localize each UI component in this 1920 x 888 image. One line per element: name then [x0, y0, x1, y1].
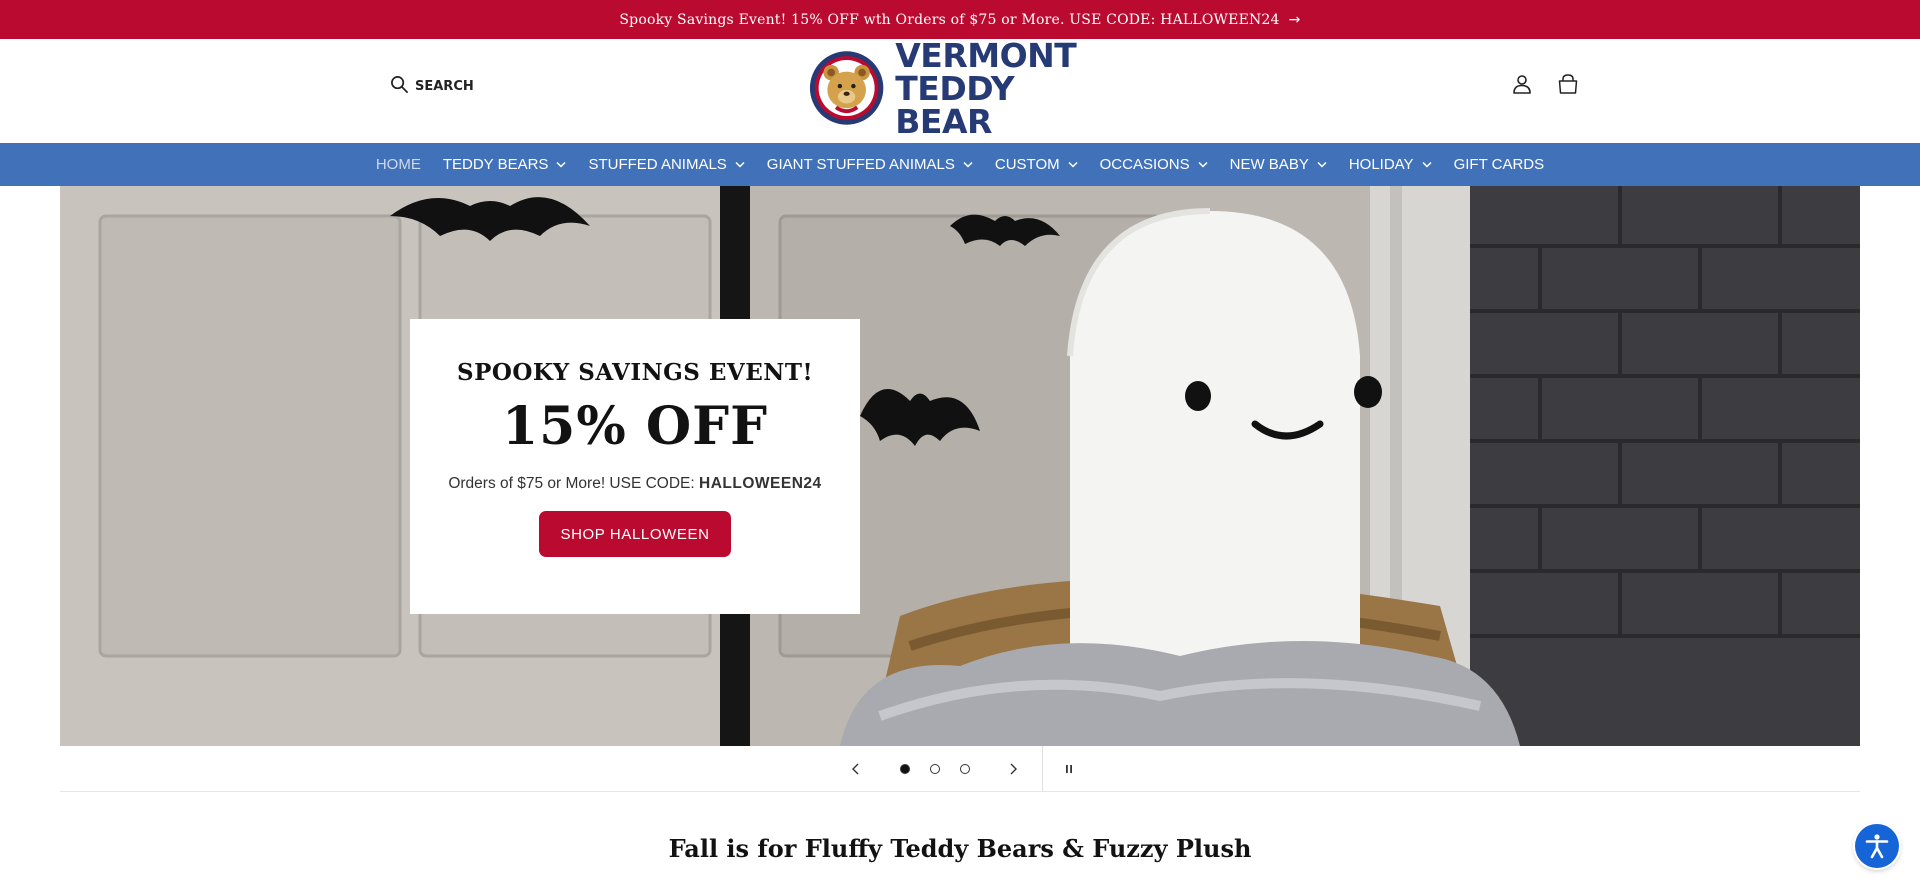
search-button[interactable]: SEARCH [390, 75, 474, 98]
chevron-down-icon [1068, 161, 1078, 168]
logo-line-2: TEDDY BEAR [895, 68, 1015, 141]
nav-item-teddy-bears[interactable]: TEDDY BEARS [432, 156, 578, 173]
section-title: Fall is for Fluffy Teddy Bears & Fuzzy P… [668, 834, 1252, 863]
nav-item-custom[interactable]: CUSTOM [984, 156, 1089, 173]
teddy-bear-logo-icon [809, 51, 884, 125]
accessibility-button[interactable] [1855, 824, 1899, 868]
slide-dot-3[interactable] [960, 764, 970, 774]
nav-label: HOME [375, 156, 421, 173]
nav-label: CUSTOM [994, 156, 1060, 173]
header-actions [1510, 72, 1580, 96]
promo-subtext: Orders of $75 or More! USE CODE: HALLOWE… [448, 475, 821, 493]
chevron-left-icon[interactable] [847, 760, 865, 778]
controls-divider [1042, 746, 1043, 792]
promo-subtext-prefix: Orders of $75 or More! USE CODE: [448, 475, 700, 492]
nav-item-holiday[interactable]: HOLIDAY [1338, 156, 1443, 173]
shop-halloween-button[interactable]: SHOP HALLOWEEN [539, 511, 731, 557]
nav-label: GIFT CARDS [1453, 156, 1545, 173]
logo-wordmark: VERMONT TEDDY BEAR [895, 39, 1114, 138]
chevron-down-icon [1422, 161, 1432, 168]
nav-label: HOLIDAY [1348, 156, 1414, 173]
hero-image [60, 186, 1860, 746]
chevron-down-icon [1317, 161, 1327, 168]
promo-panel: SPOOKY SAVINGS EVENT! 15% OFF Orders of … [410, 319, 860, 614]
accessibility-icon [1865, 834, 1889, 859]
announcement-text: Spooky Savings Event! 15% OFF wth Orders… [619, 11, 1280, 28]
chevron-down-icon [556, 161, 566, 168]
chevron-right-icon[interactable] [1004, 760, 1022, 778]
nav-label: OCCASIONS [1099, 156, 1190, 173]
nav-item-home[interactable]: HOME [365, 156, 432, 173]
site-header: SEARCH VERMONT TEDDY BEAR [0, 39, 1920, 143]
promo-code: HALLOWEEN24 [699, 475, 822, 492]
nav-label: STUFFED ANIMALS [588, 156, 727, 173]
nav-label: TEDDY BEARS [442, 156, 549, 173]
search-icon [390, 75, 409, 98]
hero-slideshow[interactable]: SPOOKY SAVINGS EVENT! 15% OFF Orders of … [60, 186, 1860, 746]
promo-headline: 15% OFF [501, 396, 768, 457]
chevron-down-icon [735, 161, 745, 168]
chevron-down-icon [1198, 161, 1208, 168]
pause-icon[interactable] [1060, 760, 1078, 778]
nav-item-occasions[interactable]: OCCASIONS [1089, 156, 1219, 173]
cart-icon[interactable] [1556, 72, 1580, 96]
account-icon[interactable] [1510, 72, 1534, 96]
nav-item-gift-cards[interactable]: GIFT CARDS [1443, 156, 1556, 173]
site-logo[interactable]: VERMONT TEDDY BEAR [808, 39, 1114, 138]
slide-dot-2[interactable] [930, 764, 940, 774]
search-label: SEARCH [415, 79, 474, 94]
slideshow-controls [60, 746, 1860, 792]
slide-dot-1[interactable] [900, 764, 910, 774]
nav-item-giant-stuffed-animals[interactable]: GIANT STUFFED ANIMALS [756, 156, 984, 173]
arrow-right-icon: → [1288, 11, 1301, 28]
chevron-down-icon [963, 161, 973, 168]
logo-line-1: VERMONT [895, 35, 1077, 75]
main-nav: HOME TEDDY BEARS STUFFED ANIMALS GIANT S… [0, 143, 1920, 186]
nav-label: NEW BABY [1229, 156, 1309, 173]
nav-item-new-baby[interactable]: NEW BABY [1219, 156, 1338, 173]
nav-label: GIANT STUFFED ANIMALS [766, 156, 955, 173]
announcement-bar[interactable]: Spooky Savings Event! 15% OFF wth Orders… [0, 0, 1920, 39]
nav-item-stuffed-animals[interactable]: STUFFED ANIMALS [577, 156, 755, 173]
promo-kicker: SPOOKY SAVINGS EVENT! [456, 359, 814, 386]
